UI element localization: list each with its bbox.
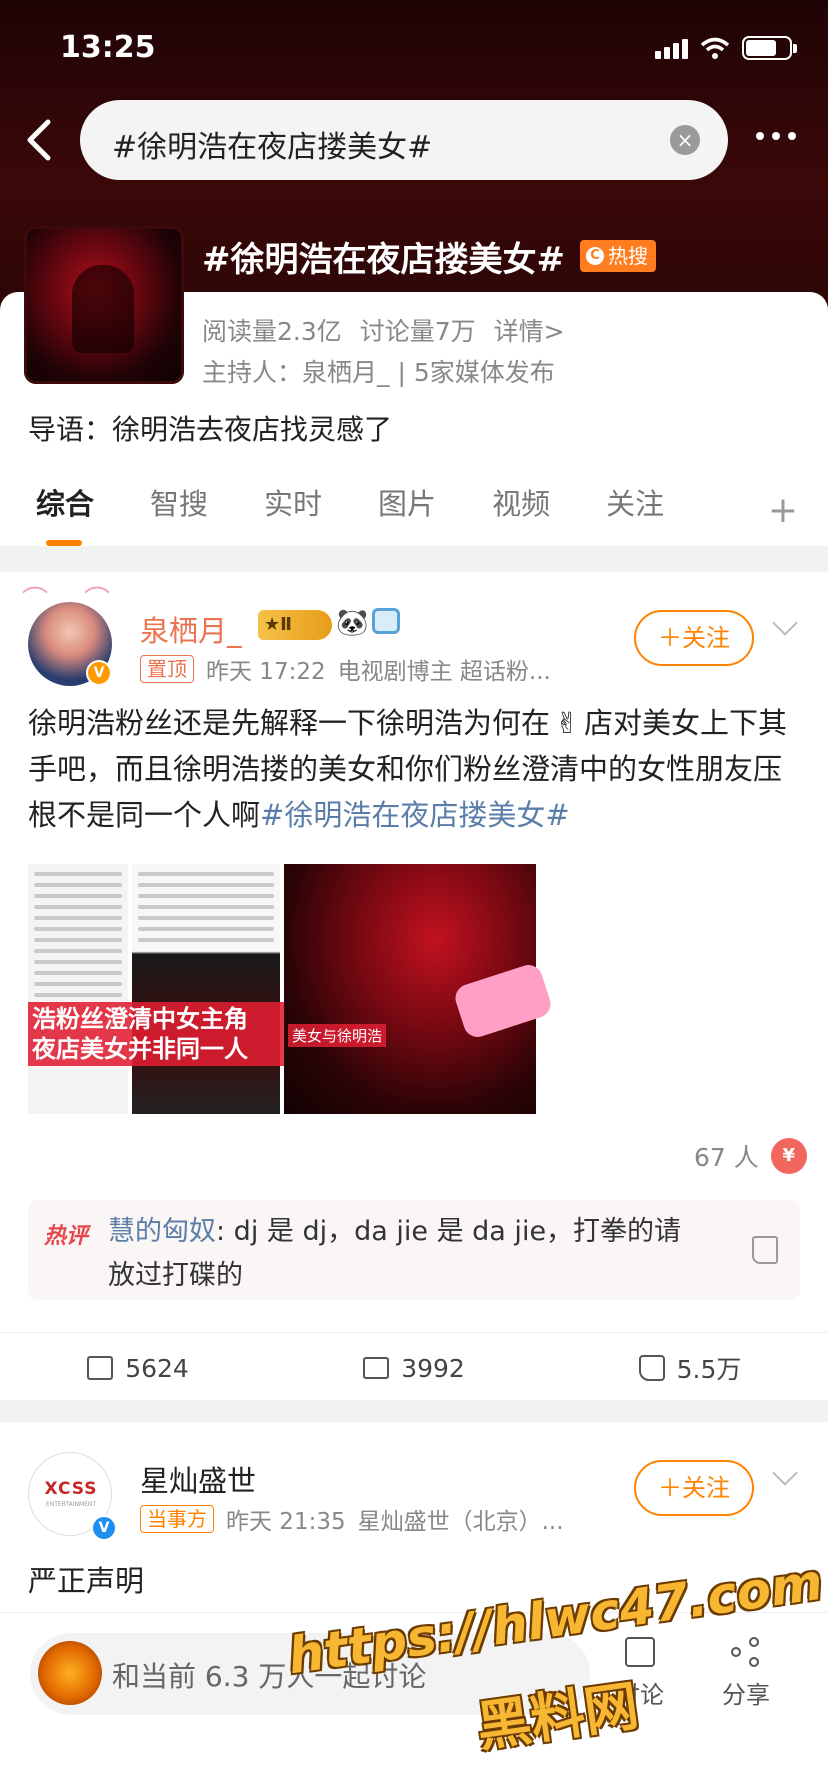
member-medal-icon: ★Ⅱ — [258, 610, 332, 640]
tab-comprehensive[interactable]: 综合 — [36, 480, 94, 552]
avatar-logo: XCSS — [44, 1479, 98, 1499]
battery-icon — [742, 36, 797, 60]
post-source: 星灿盛世（北京）... — [357, 1509, 564, 1535]
hot-badge-icon: C — [586, 247, 604, 265]
share-icon — [731, 1637, 761, 1667]
share-label: 分享 — [722, 1681, 770, 1709]
comment-count: 3992 — [401, 1353, 465, 1383]
topic-title: #徐明浩在夜店搂美女# — [202, 240, 565, 280]
discuss-button[interactable]: 讨论 — [600, 1637, 680, 1710]
discussion-count: 讨论量7万 — [359, 317, 476, 346]
more-icon[interactable] — [756, 132, 796, 140]
hot-comment-label: 热评 — [44, 1224, 89, 1249]
wifi-icon — [700, 37, 730, 59]
avatar[interactable]: ⌒⌒ V — [22, 586, 112, 686]
signal-icon — [655, 37, 688, 59]
like-count: 5.5万 — [676, 1355, 742, 1384]
thumbs-up-icon[interactable] — [752, 1236, 778, 1264]
post-text: 严正声明 — [28, 1564, 145, 1598]
hot-badge-label: 热搜 — [608, 244, 648, 268]
bunny-ears-decoration: ⌒⌒ — [22, 586, 147, 616]
tab-bar: 综合 智搜 实时 图片 视频 关注 — [0, 480, 828, 552]
party-badge: 当事方 — [140, 1505, 214, 1533]
topic-cover-image — [24, 226, 184, 384]
tab-pictures[interactable]: 图片 — [378, 480, 436, 552]
reward-row[interactable]: 67 人 ¥ — [694, 1138, 807, 1174]
discuss-label: 讨论 — [616, 1681, 664, 1709]
tabs-more-icon[interactable]: + — [768, 490, 798, 531]
chevron-down-icon[interactable] — [772, 610, 798, 636]
follow-button[interactable]: ＋关注 — [634, 610, 754, 666]
follow-button[interactable]: ＋关注 — [634, 1460, 754, 1516]
search-input[interactable]: #徐明浩在夜店搂美女# × — [80, 100, 728, 180]
hot-comment[interactable]: 热评 慧的匈奴: dj 是 dj，da jie 是 da jie，打拳的请放过打… — [28, 1200, 800, 1300]
repost-button[interactable]: 5624 — [0, 1333, 276, 1403]
post-author[interactable]: 星灿盛世 — [140, 1458, 256, 1500]
peace-hand-icon: ✌ — [554, 706, 580, 740]
post-card[interactable]: ⌒⌒ V 泉栖月_ ★Ⅱ 🐼 置顶 昨天 17:22 电视剧博主 超话粉... … — [0, 572, 828, 1400]
read-count: 阅读量2.3亿 — [202, 317, 342, 346]
search-query: #徐明浩在夜店搂美女# — [112, 130, 433, 165]
discuss-input[interactable]: 和当前 6.3 万人一起讨论 — [30, 1633, 590, 1715]
avatar[interactable]: XCSS ENTERTAINMENT V — [28, 1452, 117, 1541]
topic-host[interactable]: 主持人：泉栖月_ | 5家媒体发布 — [202, 353, 555, 389]
post-author[interactable]: 泉栖月_ — [140, 608, 242, 650]
post-card[interactable]: XCSS ENTERTAINMENT V 星灿盛世 当事方 昨天 21:35 星… — [0, 1422, 828, 1622]
pinned-badge: 置顶 — [140, 655, 194, 683]
comment-icon — [363, 1357, 390, 1379]
hot-comment-user[interactable]: 慧的匈奴 — [108, 1216, 216, 1247]
avatar-logo-sub: ENTERTAINMENT — [45, 1501, 97, 1508]
status-time: 13:25 — [60, 30, 156, 65]
details-link[interactable]: 详情> — [494, 312, 565, 348]
bottom-bar: 和当前 6.3 万人一起讨论 讨论 分享 — [0, 1612, 828, 1792]
tab-following[interactable]: 关注 — [606, 480, 664, 552]
reward-coin-icon[interactable]: ¥ — [770, 1138, 807, 1174]
tab-smart-search[interactable]: 智搜 — [150, 480, 208, 552]
discuss-placeholder: 和当前 6.3 万人一起讨论 — [112, 1660, 427, 1693]
topic-stats: 阅读量2.3亿 讨论量7万 详情> — [202, 312, 565, 348]
verified-gold-icon: V — [86, 660, 112, 686]
discuss-icon — [625, 1637, 655, 1667]
post-image[interactable] — [132, 864, 280, 1114]
clear-icon[interactable]: × — [670, 125, 700, 155]
tab-videos[interactable]: 视频 — [492, 480, 550, 552]
post-source: 电视剧博主 超话粉... — [337, 659, 551, 685]
reward-count: 67 人 — [694, 1143, 759, 1172]
verified-blue-icon: V — [91, 1515, 117, 1541]
chevron-down-icon[interactable] — [772, 1460, 798, 1486]
tab-realtime[interactable]: 实时 — [264, 480, 322, 552]
image-caption-small: 美女与徐明浩 — [288, 1024, 387, 1047]
image-caption: 浩粉丝澄清中女主角 夜店美女并非同一人 — [28, 1002, 284, 1066]
hashtag-link[interactable]: #徐明浩在夜店搂美女# — [260, 798, 570, 832]
hot-search-badge[interactable]: C 热搜 — [580, 240, 656, 272]
post-time: 昨天 21:35 — [226, 1509, 346, 1535]
post-text: 徐明浩粉丝还是先解释一下徐明浩为何在 ✌ 店对美女上下其手吧，而且徐明浩搂的美女和你… — [28, 700, 800, 838]
like-icon — [638, 1355, 665, 1381]
repost-count: 5624 — [125, 1353, 189, 1383]
status-bar: 13:25 — [0, 28, 828, 68]
user-avatar — [38, 1641, 102, 1705]
tv-icon — [372, 608, 400, 634]
post-image[interactable] — [28, 864, 128, 1114]
post-meta: 置顶 昨天 17:22 电视剧博主 超话粉... — [140, 652, 551, 686]
repost-icon — [87, 1356, 114, 1380]
like-button[interactable]: 5.5万 — [552, 1333, 828, 1403]
back-arrow-icon[interactable] — [20, 118, 60, 162]
topic-lead: 导语：徐明浩去夜店找灵感了 — [28, 413, 393, 446]
post-actions: 5624 3992 5.5万 — [0, 1332, 828, 1402]
comment-button[interactable]: 3992 — [276, 1333, 552, 1403]
post-meta: 当事方 昨天 21:35 星灿盛世（北京）... — [140, 1502, 564, 1536]
post-time: 昨天 17:22 — [206, 659, 326, 685]
status-icons — [655, 36, 797, 60]
share-button[interactable]: 分享 — [706, 1637, 786, 1710]
hot-comment-text: 慧的匈奴: dj 是 dj，da jie 是 da jie，打拳的请放过打碟的 — [108, 1216, 682, 1291]
panda-icon: 🐼 — [336, 608, 369, 638]
